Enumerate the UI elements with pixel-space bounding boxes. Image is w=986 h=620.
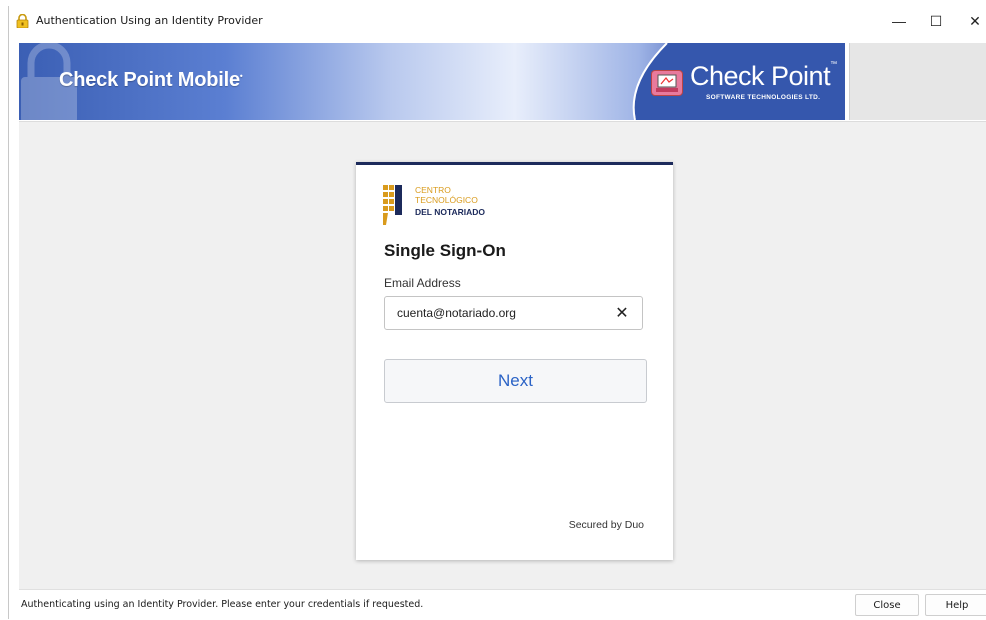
lock-icon	[16, 14, 29, 28]
title-bar: Authentication Using an Identity Provide…	[9, 6, 986, 36]
banner-side-panel	[849, 43, 986, 120]
sso-title: Single Sign-On	[384, 241, 506, 260]
close-button[interactable]: Close	[855, 594, 919, 616]
brand-subtitle: SOFTWARE TECHNOLOGIES LTD.	[706, 94, 821, 101]
org-name-line3: DEL NOTARIADO	[415, 207, 486, 217]
window-title: Authentication Using an Identity Provide…	[36, 14, 263, 27]
product-name: Check Point Mobile•	[59, 69, 243, 92]
product-mark: •	[239, 71, 243, 81]
product-name-text: Check Point Mobile	[59, 69, 240, 91]
email-field[interactable]	[384, 296, 643, 330]
org-logo-icon	[383, 185, 402, 225]
org-name-line1: CENTRO	[415, 185, 451, 195]
close-window-button[interactable]: ✕	[955, 6, 986, 36]
brand-name-text: Check Point	[690, 61, 831, 91]
product-banner: Check Point Mobile• Check Point™ SOFTWAR…	[19, 43, 845, 120]
clear-icon[interactable]: ✕	[610, 302, 634, 324]
brand-name: Check Point™	[690, 61, 837, 92]
sso-card: CENTRO TECNOLÓGICO DEL NOTARIADO Single …	[356, 162, 673, 560]
auth-window: Authentication Using an Identity Provide…	[8, 6, 986, 620]
minimize-button[interactable]: —	[879, 6, 919, 36]
next-button[interactable]: Next	[384, 359, 647, 403]
maximize-button[interactable]: ☐	[916, 6, 956, 36]
status-bar: Authenticating using an Identity Provide…	[19, 589, 986, 620]
status-message: Authenticating using an Identity Provide…	[21, 599, 424, 610]
checkpoint-logo-icon	[651, 70, 683, 96]
org-name-line2: TECNOLÓGICO	[415, 195, 478, 205]
email-label: Email Address	[384, 276, 461, 290]
help-button[interactable]: Help	[925, 594, 986, 616]
secured-by-text: Secured by Duo	[568, 519, 644, 531]
brand-mark: ™	[830, 61, 837, 68]
content-area: CENTRO TECNOLÓGICO DEL NOTARIADO Single …	[19, 121, 986, 589]
